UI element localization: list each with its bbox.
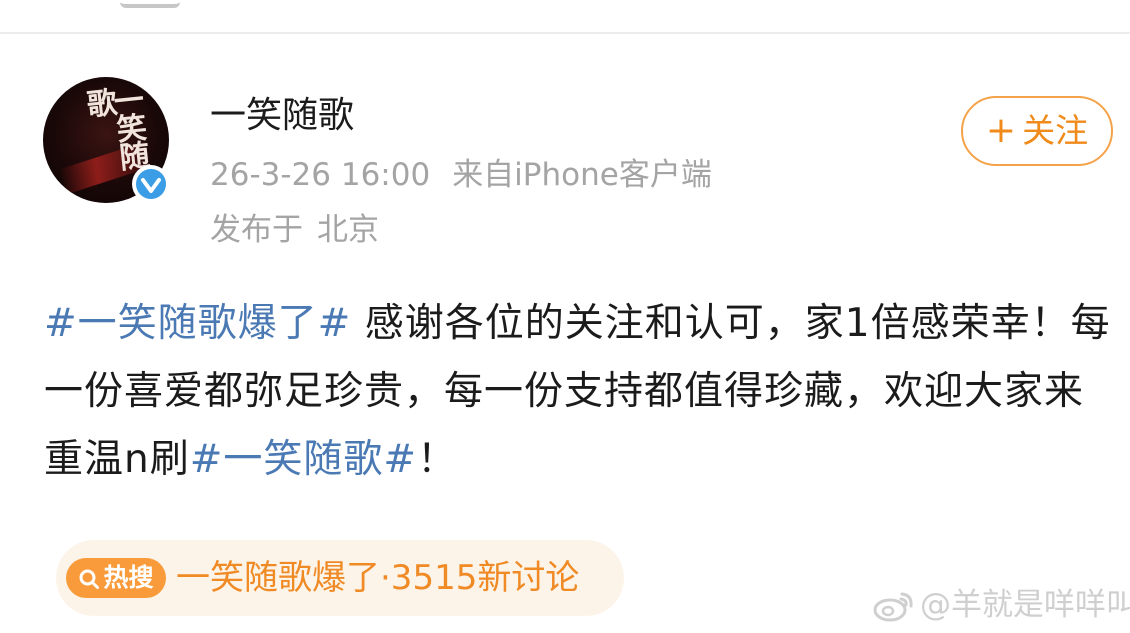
hashtag-link[interactable]: #一笑随歌# <box>190 437 417 482</box>
username[interactable]: 一笑随歌 <box>210 94 354 138</box>
verified-badge-icon <box>132 165 170 203</box>
post-timestamp: 26-3-26 16:00 <box>210 157 431 193</box>
weibo-logo-icon <box>873 592 913 622</box>
weibo-post-screenshot: 一笑随歌 一笑随歌 26-3-26 16:00 来自iPhone客户端 发布于 北京… <box>0 0 1130 633</box>
hot-search-chip[interactable]: 热搜 一笑随歌爆了·3515新讨论 <box>56 540 624 616</box>
hot-search-text: 一笑随歌爆了·3515新讨论 <box>176 558 580 598</box>
top-divider <box>0 32 1130 34</box>
hot-search-tag-label: 热搜 <box>103 563 154 592</box>
cropped-top-fragment <box>120 0 180 8</box>
post-source: 来自iPhone客户端 <box>452 157 712 193</box>
follow-button[interactable]: + 关注 <box>961 96 1113 166</box>
watermark: @羊就是咩咩叫 <box>872 584 1130 626</box>
post-location: 发布于 北京 <box>210 210 379 250</box>
post-text-end: ！ <box>417 437 458 482</box>
location-prefix: 发布于 <box>210 212 303 248</box>
follow-label: 关注 <box>1022 111 1089 150</box>
hot-search-tag: 热搜 <box>66 558 166 598</box>
location-name: 北京 <box>317 212 379 248</box>
plus-icon: + <box>985 110 1017 151</box>
search-icon <box>79 569 100 589</box>
hashtag-link[interactable]: #一笑随歌爆了# <box>44 301 351 346</box>
post-body: #一笑随歌爆了# 感谢各位的关注和认可，家1倍感荣幸！每一份喜爱都弥足珍贵，每一… <box>44 290 1114 494</box>
post-meta: 26-3-26 16:00 来自iPhone客户端 <box>210 155 712 195</box>
watermark-text: @羊就是咩咩叫 <box>920 587 1130 623</box>
